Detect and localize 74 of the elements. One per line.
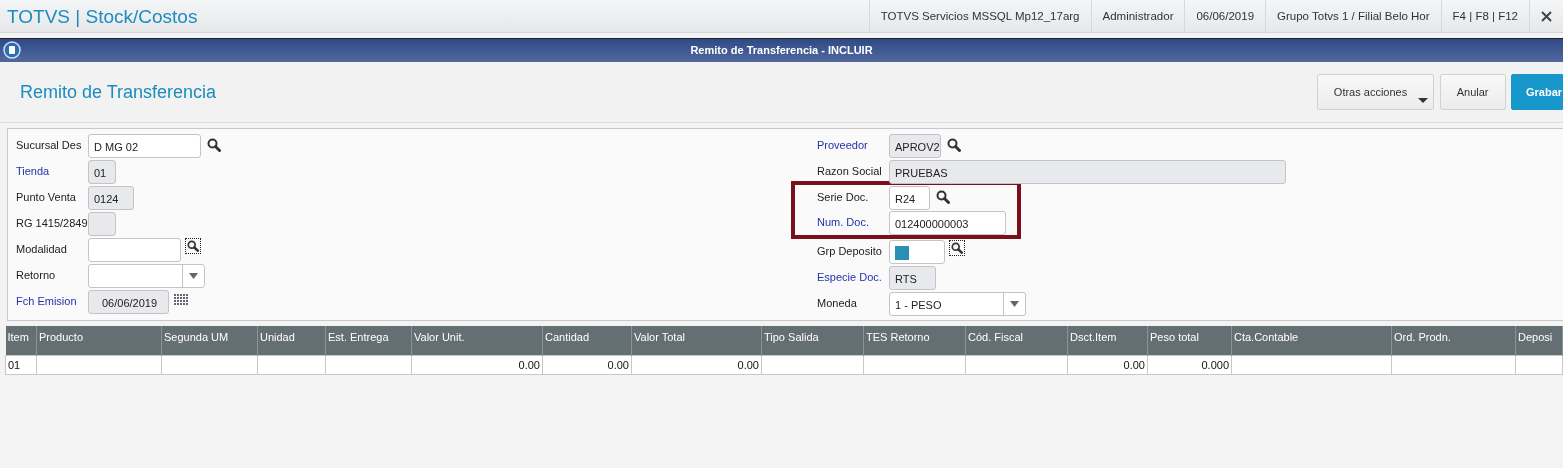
color-field[interactable] (889, 240, 945, 264)
table-cell: 0.00 (1067, 355, 1148, 375)
toolbar-button[interactable]: Anular (1439, 74, 1506, 110)
header-info: F4 | F8 | F12 (1440, 0, 1529, 33)
field-label: Fch Emision (16, 294, 78, 309)
input-field[interactable]: 012400000003 (889, 211, 1006, 235)
toolbar-button[interactable]: Grabar (1511, 74, 1563, 110)
column-header[interactable]: Segunda UM (161, 326, 258, 355)
input-field[interactable]: PRUEBAS (889, 160, 1286, 184)
input-field[interactable]: 0124 (88, 186, 134, 210)
column-header[interactable]: Tipo Salida (761, 326, 864, 355)
input-field[interactable]: 01 (88, 160, 116, 184)
column-header[interactable]: Unidad (257, 326, 326, 355)
window-icon (3, 41, 21, 59)
input-field[interactable]: 06/06/2019 (88, 290, 169, 314)
calendar-icon[interactable] (174, 294, 188, 305)
search-icon[interactable] (936, 190, 950, 204)
column-header[interactable]: Cód. Fiscal (965, 326, 1068, 355)
input-field[interactable]: D MG 02 (88, 134, 201, 158)
table-cell: 0.00 (411, 355, 543, 375)
column-header[interactable]: Est. Entrega (325, 326, 412, 355)
search-icon[interactable] (207, 138, 221, 152)
column-header[interactable]: Cantidad (542, 326, 632, 355)
field-label: Especie Doc. (817, 270, 883, 285)
app-title: TOTVS | Stock/Costos (6, 4, 199, 29)
dropdown-arrow-icon[interactable] (1010, 301, 1019, 307)
table-cell: 0.000 (1147, 355, 1232, 375)
header-info: Administrador (1090, 0, 1185, 33)
column-header[interactable]: Cta.Contable (1231, 326, 1392, 355)
table-cell (257, 355, 326, 375)
dropdown-field[interactable]: 1 - PESO (889, 292, 1026, 316)
field-label: Retorno (16, 268, 57, 283)
table-cell: 01 (5, 355, 37, 375)
column-header[interactable]: Deposi (1515, 326, 1563, 355)
caret-icon (1418, 98, 1429, 103)
header-info: Grupo Totvs 1 / Filial Belo Hor (1265, 0, 1441, 33)
column-header[interactable]: Valor Unit. (411, 326, 543, 355)
input-field[interactable]: R24 (889, 186, 930, 210)
field-label: Razon Social (817, 164, 883, 179)
table-cell: 0.00 (631, 355, 762, 375)
search-icon[interactable] (186, 239, 200, 253)
column-header[interactable]: Ord. Prodn. (1391, 326, 1516, 355)
header-info: TOTVS Servicios MSSQL Mp12_17arg (868, 0, 1091, 33)
dropdown-field[interactable] (88, 264, 205, 288)
field-label: Moneda (817, 296, 858, 311)
page-title: Remito de Transferencia (20, 80, 218, 104)
column-header[interactable]: Valor Total (631, 326, 762, 355)
search-icon[interactable] (950, 241, 964, 255)
field-label: Grp Deposito (817, 244, 883, 259)
dropdown-arrow-icon[interactable] (189, 273, 198, 279)
window-title: Remito de Transferencia - INCLUIR (690, 44, 873, 56)
column-header[interactable]: Dsct.Item (1067, 326, 1148, 355)
table-cell: 0.00 (542, 355, 632, 375)
input-field[interactable] (88, 212, 116, 236)
field-label: Proveedor (817, 138, 869, 153)
field-label: Modalidad (16, 242, 68, 257)
column-header[interactable]: TES Retorno (863, 326, 966, 355)
field-label: Serie Doc. (817, 190, 870, 205)
field-label: RG 1415/2849 (16, 216, 88, 231)
field-label: Punto Venta (16, 190, 77, 205)
input-field[interactable]: RTS (889, 266, 936, 290)
search-icon[interactable] (947, 138, 961, 152)
column-header[interactable]: Producto (36, 326, 162, 355)
column-header[interactable]: Item (5, 326, 37, 355)
field-label: Tienda (16, 164, 51, 179)
toolbar-button[interactable]: Otras acciones (1316, 74, 1435, 110)
field-label: Sucursal Des (16, 138, 83, 153)
input-field[interactable] (88, 238, 181, 262)
header-info: 06/06/2019 (1184, 0, 1266, 33)
input-field[interactable]: APROV2 (889, 134, 941, 158)
field-label: Num. Doc. (817, 215, 870, 230)
table-cell (1515, 355, 1563, 375)
close-icon[interactable] (1541, 10, 1552, 22)
column-header[interactable]: Peso total (1147, 326, 1232, 355)
